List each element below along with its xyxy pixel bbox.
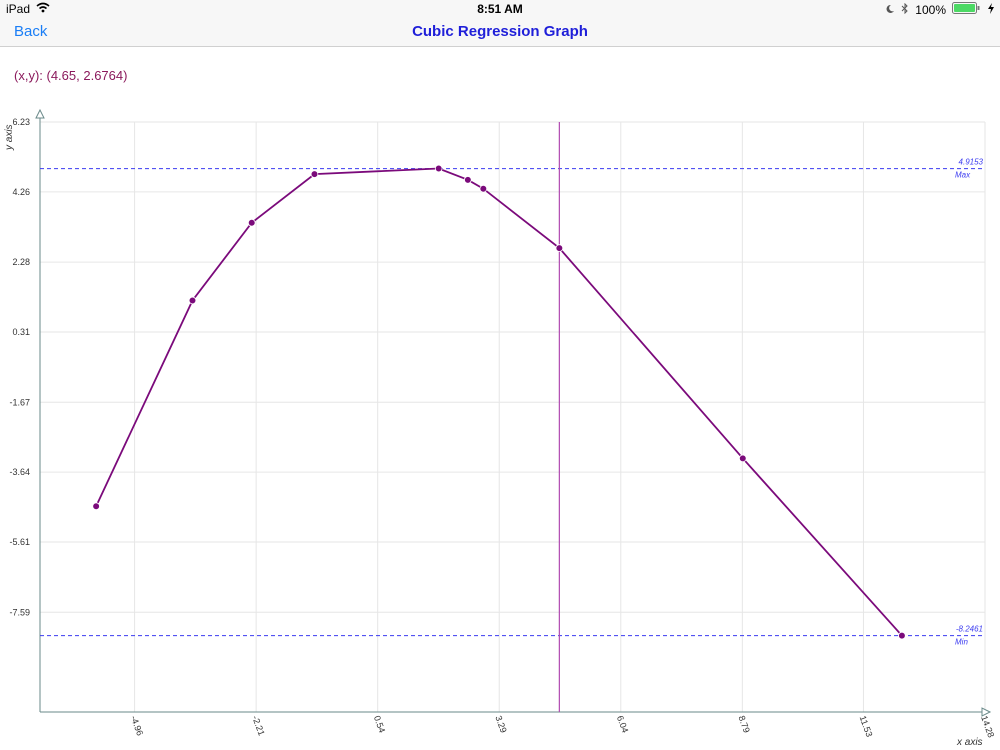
data-point	[434, 164, 443, 173]
data-point	[464, 176, 472, 184]
x-tick-label: 11.53	[858, 714, 875, 738]
data-point	[555, 244, 564, 252]
x-tick-label: -2.21	[250, 714, 266, 737]
tick-labels: x axis y axis6.23 4.26 2.28 0.31 -1.67 -3.64 -5…	[4, 117, 996, 748]
y-tick-label: 2.28	[12, 257, 30, 267]
y-tick-label: 0.31	[12, 327, 30, 337]
data-point	[310, 170, 319, 178]
y-tick-label: 4.26	[12, 187, 30, 197]
regression-chart[interactable]: 4.9153 Max -8.2461 Min x axis y axis6.23 4.26…	[0, 0, 1000, 750]
data-point	[479, 184, 488, 193]
y-axis-arrow	[35, 108, 45, 119]
x-tick-label: 0.54	[372, 714, 387, 734]
min-value-label: -8.2461	[956, 625, 983, 634]
min-label: Min	[955, 638, 968, 647]
x-tick-label: 14.28	[979, 714, 996, 739]
x-tick-label: -4.96	[129, 714, 145, 737]
data-point	[92, 502, 100, 511]
y-tick-label: 6.23	[12, 117, 30, 127]
data-point	[188, 296, 197, 305]
y-tick-label: -7.59	[9, 607, 30, 617]
data-point	[247, 218, 256, 227]
x-tick-label: 3.29	[493, 714, 508, 734]
y-tick-label: -5.61	[9, 537, 30, 547]
max-label: Max	[955, 171, 971, 180]
y-tick-label: -3.64	[9, 467, 30, 477]
x-tick-label: 6.04	[615, 714, 630, 734]
x-axis-label: x axis	[956, 737, 983, 748]
y-axis-label: y axis	[4, 124, 15, 151]
axes	[35, 108, 992, 717]
max-value-label: 4.9153	[959, 158, 984, 167]
y-tick-label: -1.67	[9, 397, 30, 407]
data-point	[738, 454, 747, 463]
x-tick-label: 8.79	[736, 714, 751, 734]
data-point	[898, 631, 906, 640]
